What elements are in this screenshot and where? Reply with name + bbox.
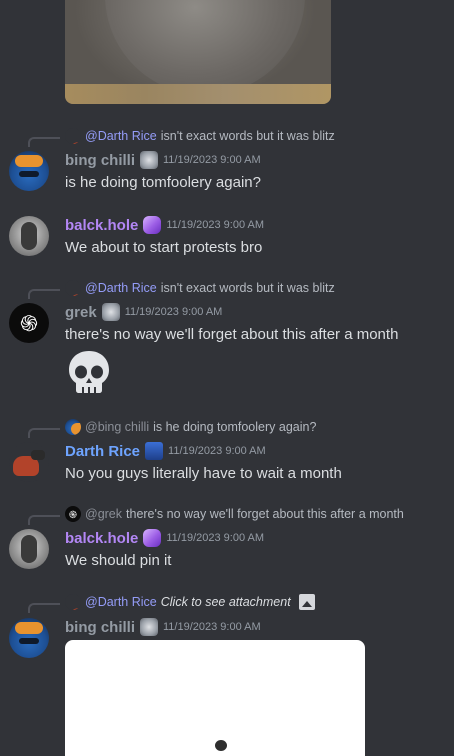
reply-mention[interactable]: @Darth Rice [85, 281, 157, 295]
username[interactable]: bing chilli [65, 619, 135, 636]
reply-preview[interactable]: @Darth Rice isn't exact words but it was… [65, 127, 335, 145]
reply-preview[interactable]: @Darth Rice isn't exact words but it was… [65, 279, 335, 297]
avatar[interactable] [9, 216, 49, 256]
message-text: there's no way we'll forget about this a… [65, 326, 399, 343]
reply-attachment-text: Click to see attachment [160, 595, 291, 609]
reply-text: isn't exact words but it was blitz [160, 129, 335, 143]
reply-mention[interactable]: @Darth Rice [85, 129, 157, 143]
robot-badge-icon [140, 618, 158, 636]
image-attachment-top[interactable] [65, 0, 331, 104]
image-icon [298, 594, 315, 610]
reply-preview[interactable]: @bing chilli is he doing tomfoolery agai… [65, 418, 316, 436]
pot-photo [105, 0, 305, 95]
username[interactable]: balck.hole [65, 217, 138, 234]
darth-rice-avatar-mini [65, 128, 81, 144]
reply-preview[interactable]: @Darth Rice Click to see attachment [65, 593, 315, 611]
attachment-image-content [215, 740, 227, 751]
message-text: No you guys literally have to wait a mon… [65, 465, 342, 482]
robot-badge-icon [101, 303, 120, 321]
bing-chilli-avatar-mini [65, 419, 81, 435]
message-header: bing chilli 11/19/2023 9:00 AM [65, 149, 261, 171]
reply-connector [28, 137, 60, 147]
timestamp: 11/19/2023 9:00 AM [166, 532, 265, 544]
crystal-badge-icon [143, 529, 162, 547]
avatar[interactable]: ֍ [9, 303, 49, 343]
reply-connector [28, 428, 60, 438]
darth-rice-avatar-mini [65, 594, 81, 610]
reply-mention[interactable]: @bing chilli [85, 420, 149, 434]
avatar[interactable] [9, 618, 49, 658]
reply-text: is he doing tomfoolery again? [153, 420, 317, 434]
robot-badge-icon [140, 151, 158, 169]
message-text: is he doing tomfoolery again? [65, 174, 261, 191]
message-text: We should pin it [65, 552, 172, 569]
reply-text: there's no way we'll forget about this a… [126, 507, 404, 521]
timestamp: 11/19/2023 9:00 AM [168, 445, 266, 457]
message-header: balck.hole 11/19/2023 9:00 AM [65, 527, 264, 549]
timestamp: 11/19/2023 9:00 AM [124, 306, 223, 318]
grek-avatar-mini: ֍ [65, 506, 81, 522]
message-header: bing chilli 11/19/2023 9:00 AM [65, 616, 261, 638]
message-text: We about to start protests bro [65, 239, 263, 256]
reply-connector [28, 515, 60, 525]
reply-connector [28, 289, 60, 299]
spiral-icon: ֍ [20, 310, 38, 336]
username[interactable]: bing chilli [65, 152, 135, 169]
reply-text: isn't exact words but it was blitz [160, 281, 335, 295]
reply-mention[interactable]: @grek [85, 507, 122, 521]
username[interactable]: Darth Rice [65, 443, 140, 460]
avatar[interactable] [9, 442, 49, 482]
username[interactable]: grek [65, 304, 97, 321]
timestamp: 11/19/2023 9:00 AM [163, 621, 261, 633]
reply-preview[interactable]: ֍ @grek there's no way we'll forget abou… [65, 505, 404, 523]
username[interactable]: balck.hole [65, 530, 138, 547]
reply-connector [28, 603, 60, 613]
skull-emoji-icon[interactable] [65, 348, 113, 396]
darth-rice-avatar-mini [65, 280, 81, 296]
avatar[interactable] [9, 529, 49, 569]
timestamp: 11/19/2023 9:00 AM [166, 219, 265, 231]
message-header: balck.hole 11/19/2023 9:00 AM [65, 214, 264, 236]
timestamp: 11/19/2023 9:00 AM [163, 154, 261, 166]
message-header: grek 11/19/2023 9:00 AM [65, 301, 222, 323]
image-attachment[interactable] [65, 640, 365, 756]
avatar[interactable] [9, 151, 49, 191]
reply-mention[interactable]: @Darth Rice [85, 595, 157, 609]
pot-photo-base [65, 84, 331, 104]
crystal-badge-icon [143, 216, 162, 234]
jar-badge-icon [145, 442, 164, 460]
message-header: Darth Rice 11/19/2023 9:00 AM [65, 440, 266, 462]
